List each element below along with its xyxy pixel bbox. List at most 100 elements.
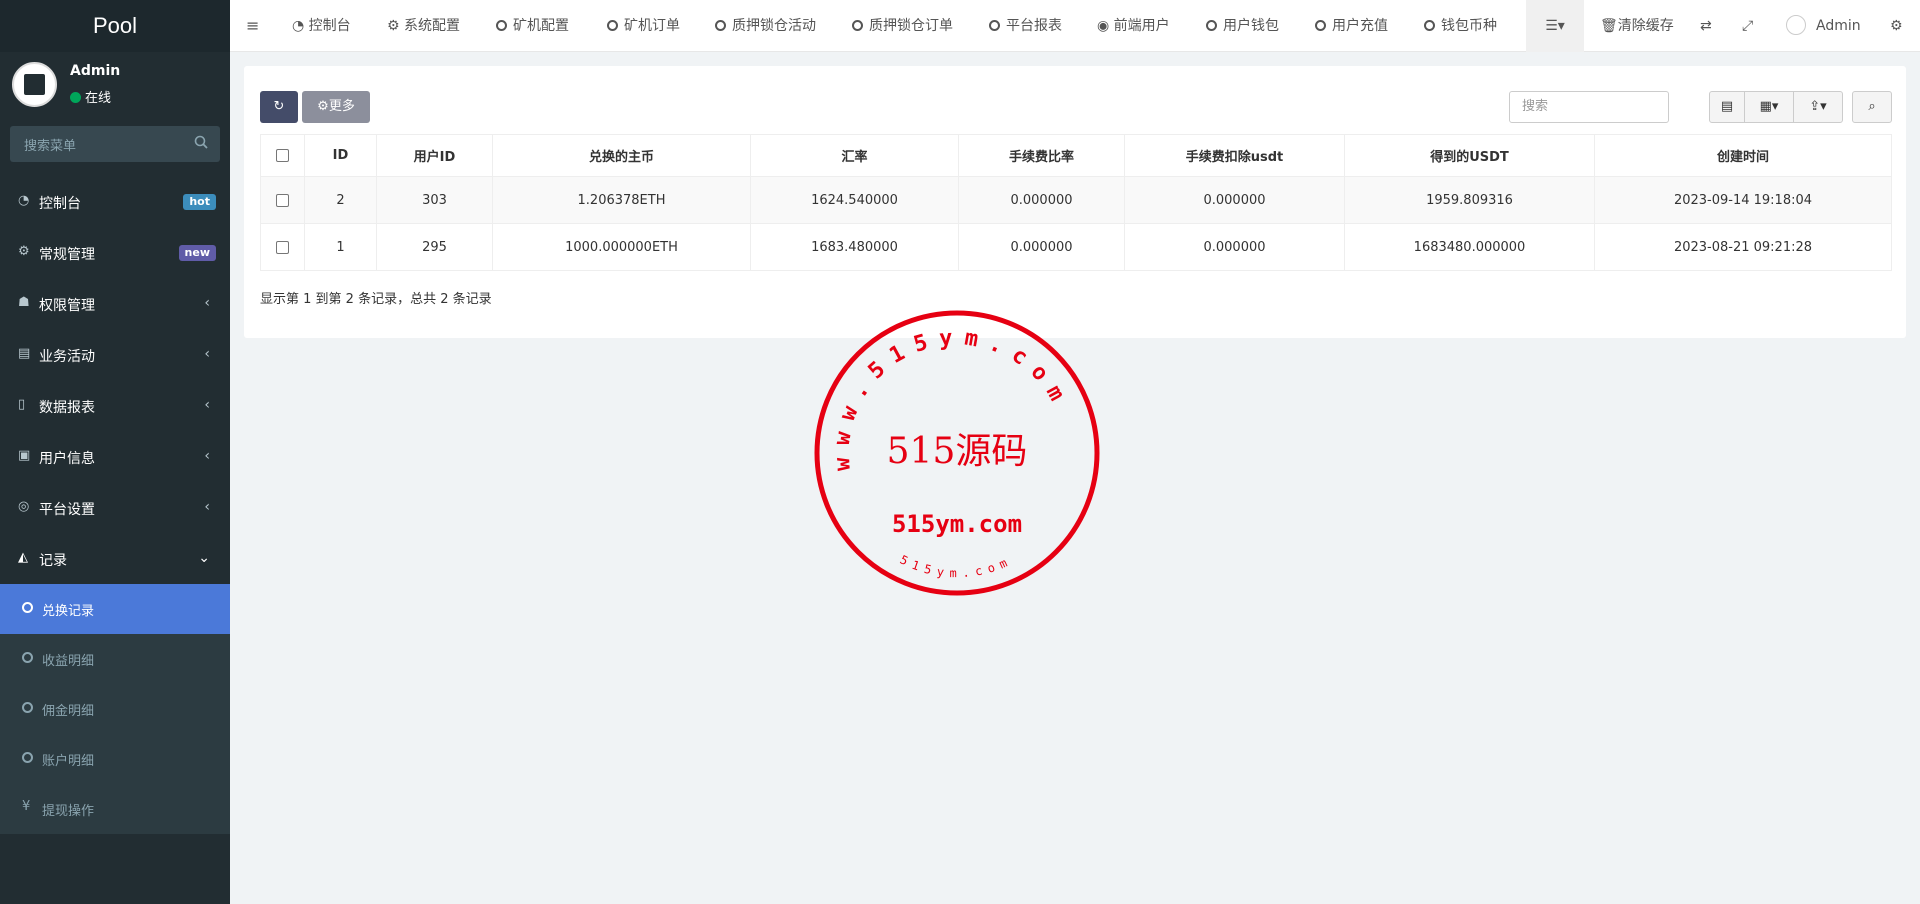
export-button[interactable]: ⇪▾ — [1793, 91, 1843, 123]
sidebar-item-dashboard[interactable]: ◔ 控制台 hot — [0, 176, 230, 227]
column-header[interactable]: 手续费比率 — [958, 134, 1125, 177]
tab-label: 平台报表 — [1006, 18, 1062, 34]
refresh-button[interactable]: ↻ — [260, 91, 298, 123]
sidebar-item-label: 记录 — [39, 553, 67, 569]
sidebar-item-label: 收益明细 — [42, 654, 95, 669]
cog-circle-icon: ◎ — [18, 499, 30, 514]
sidebar-item-platform[interactable]: ◎ 平台设置 ‹ — [0, 482, 230, 533]
circle-icon — [496, 20, 507, 31]
table-search-input[interactable]: 搜索 — [1509, 91, 1669, 123]
row-checkbox[interactable] — [276, 240, 289, 254]
circle-icon — [1424, 20, 1435, 31]
settings-icon[interactable]: ⚙ — [1890, 0, 1903, 52]
language-icon[interactable]: ⇄ — [1700, 0, 1712, 52]
tab-user-recharge[interactable]: 用户充值 — [1315, 0, 1388, 52]
advanced-search-button[interactable]: ⌕ — [1852, 91, 1892, 123]
tab-dashboard[interactable]: ◔ 控制台 — [292, 0, 351, 52]
table-row[interactable]: 1 295 1000.000000ETH 1683.480000 0.00000… — [260, 223, 1892, 271]
records-table: ID 用户ID 兑换的主币 汇率 手续费比率 手续费扣除usdt 得到的USDT… — [260, 134, 1892, 271]
select-all-checkbox[interactable] — [276, 149, 289, 162]
clear-cache-label: 清除缓存 — [1617, 18, 1674, 34]
brand-logo[interactable]: Pool — [0, 0, 230, 52]
column-header[interactable]: 汇率 — [750, 134, 959, 177]
tab-frontend-users[interactable]: ◉ 前端用户 — [1097, 0, 1170, 52]
sidebar-item-reports[interactable]: ▯ 数据报表 ‹ — [0, 380, 230, 431]
circle-icon — [22, 702, 33, 713]
tab-label: 用户充值 — [1332, 18, 1388, 34]
column-header[interactable]: ID — [304, 134, 377, 177]
sidebar-item-label: 用户信息 — [39, 451, 95, 467]
sidebar-item-general[interactable]: ⚙ 常规管理 new — [0, 227, 230, 278]
table-cell: 2023-08-21 09:21:28 — [1594, 223, 1892, 271]
table-icon: ▤ — [1720, 99, 1734, 114]
sidebar-item-auth[interactable]: ☗ 权限管理 ‹ — [0, 278, 230, 329]
column-header[interactable]: 兑换的主币 — [492, 134, 751, 177]
fullscreen-icon[interactable]: ⤢ — [1742, 0, 1753, 52]
sidebar-item-label: 提现操作 — [42, 804, 95, 819]
tab-system-config[interactable]: ⚙ 系统配置 — [387, 0, 460, 52]
tab-platform-report[interactable]: 平台报表 — [989, 0, 1062, 52]
user-status: 在线 — [70, 87, 111, 106]
column-header[interactable]: 手续费扣除usdt — [1124, 134, 1345, 177]
tab-label: 矿机订单 — [624, 18, 680, 34]
user-name: Admin — [70, 63, 121, 79]
sidebar-item-label: 平台设置 — [39, 502, 95, 518]
select-all-cell — [260, 134, 305, 177]
address-book-icon: ▣ — [18, 448, 31, 463]
tab-miner-config[interactable]: 矿机配置 — [496, 0, 569, 52]
column-header[interactable]: 得到的USDT — [1344, 134, 1595, 177]
list-icon: ☰▾ — [1545, 18, 1565, 34]
chevron-left-icon: ‹ — [204, 499, 210, 515]
tab-staking-activity[interactable]: 质押锁仓活动 — [715, 0, 816, 52]
table-cell: 1959.809316 — [1344, 176, 1595, 224]
trash-icon: 🗑 — [1600, 18, 1618, 34]
clear-cache-button[interactable]: 🗑清除缓存 — [1600, 0, 1674, 52]
sidebar-item-account[interactable]: 账户明细 — [0, 734, 230, 784]
table-cell: 0.000000 — [1124, 176, 1345, 224]
new-badge: new — [178, 245, 216, 261]
hamburger-menu-icon[interactable]: ≡ — [246, 0, 259, 52]
sidebar-item-label: 业务活动 — [39, 349, 95, 365]
list-alt-icon: ▤ — [18, 346, 31, 361]
records-submenu: 兑换记录 收益明细 佣金明细 账户明细 ¥ 提现操作 — [0, 584, 230, 834]
menu-search-input[interactable]: 搜索菜单 — [10, 126, 220, 162]
tab-miner-orders[interactable]: 矿机订单 — [607, 0, 680, 52]
sidebar-menu: ◔ 控制台 hot ⚙ 常规管理 new ☗ 权限管理 ‹ ▤ 业务活动 ‹ ▯ 数据报表 ‹ ▣ 用… — [0, 176, 230, 834]
tab-label: 钱包币种 — [1441, 18, 1497, 34]
sidebar-item-business[interactable]: ▤ 业务活动 ‹ — [0, 329, 230, 380]
sidebar-item-exchange-records[interactable]: 兑换记录 — [0, 584, 230, 634]
more-button[interactable]: ⚙更多 — [302, 91, 370, 123]
column-header[interactable]: 创建时间 — [1594, 134, 1892, 177]
sidebar-item-withdraw[interactable]: ¥ 提现操作 — [0, 784, 230, 834]
search-icon[interactable] — [194, 135, 208, 149]
stamp-bottom-arc: 515ym.com — [898, 552, 1015, 580]
tabs-dropdown-button[interactable]: ☰▾ — [1526, 0, 1584, 52]
tab-label: 质押锁仓活动 — [732, 18, 816, 34]
group-icon: ☗ — [18, 295, 30, 310]
tab-staking-orders[interactable]: 质押锁仓订单 — [852, 0, 953, 52]
table-cell: 2023-09-14 19:18:04 — [1594, 176, 1892, 224]
table-cell: 1000.000000ETH — [492, 223, 751, 271]
content-panel: ↻ ⚙更多 搜索 ▤ ▦▾ ⇪▾ ⌕ ID 用户ID 兑换的主币 汇率 手续费比… — [244, 66, 1906, 338]
sidebar-item-income[interactable]: 收益明细 — [0, 634, 230, 684]
tab-user-wallet[interactable]: 用户钱包 — [1206, 0, 1279, 52]
row-select-cell — [260, 176, 305, 224]
sidebar-item-records[interactable]: ◭ 记录 ⌄ — [0, 533, 230, 584]
admin-menu[interactable]: Admin — [1786, 0, 1861, 52]
circle-icon — [22, 602, 33, 613]
table-row[interactable]: 2 303 1.206378ETH 1624.540000 0.000000 0… — [260, 176, 1892, 224]
sidebar-item-label: 账户明细 — [42, 754, 95, 769]
tab-wallet-currency[interactable]: 钱包币种 — [1424, 0, 1497, 52]
circle-icon — [989, 20, 1000, 31]
refresh-icon: ↻ — [273, 99, 285, 114]
column-header[interactable]: 用户ID — [376, 134, 493, 177]
row-select-cell — [260, 223, 305, 271]
pagination-info: 显示第 1 到第 2 条记录，总共 2 条记录 — [260, 292, 492, 307]
columns-button[interactable]: ▦▾ — [1744, 91, 1794, 123]
sidebar-item-commission[interactable]: 佣金明细 — [0, 684, 230, 734]
sidebar-item-userinfo[interactable]: ▣ 用户信息 ‹ — [0, 431, 230, 482]
toggle-view-button[interactable]: ▤ — [1709, 91, 1745, 123]
online-dot-icon — [70, 92, 81, 103]
row-checkbox[interactable] — [276, 193, 289, 207]
sidebar-item-label: 数据报表 — [39, 400, 95, 416]
